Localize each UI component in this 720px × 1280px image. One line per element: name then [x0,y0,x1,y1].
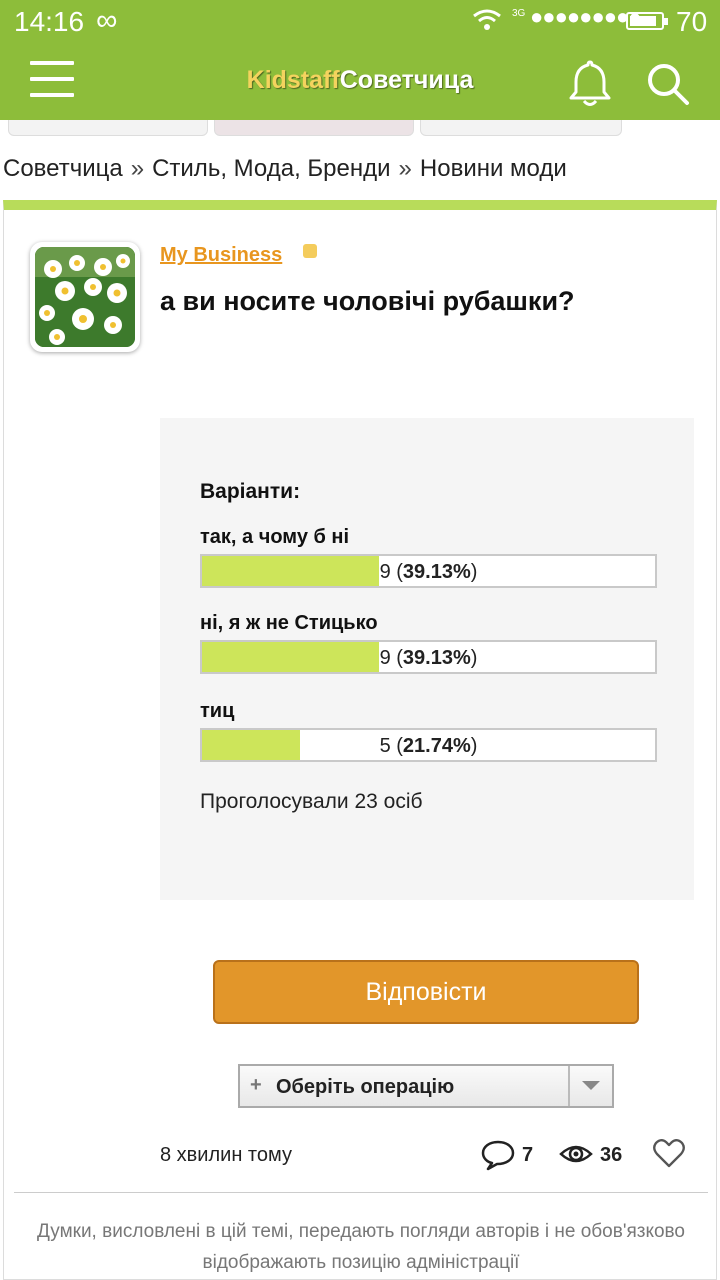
breadcrumb-item-advisor[interactable]: Советчица [3,155,123,182]
infinity-icon: ∞ [96,4,118,37]
heart-icon[interactable] [652,1136,686,1170]
wifi-icon [473,9,501,30]
poll-option-bar: 9 (39.13%) [200,554,657,588]
battery-icon [626,12,668,30]
poll-percent: 39.13% [402,647,471,669]
views-count: 36 [600,1144,623,1166]
poll-option-label: тиц [200,700,235,722]
breadcrumb-separator: » [130,155,145,182]
brand-part2: Советчица [339,66,474,94]
battery-level: 70 [676,6,708,37]
post-card: My Business а ви носите чоловічі рубашки… [3,200,717,1280]
poll-percent: 21.74% [402,735,471,757]
poll-option-label: так, а чому б ні [200,526,350,548]
carousel-card[interactable] [8,120,208,136]
avatar[interactable] [30,242,140,352]
breadcrumb: Советчица » Стиль, Мода, Бренди » Новини мод… [3,155,567,183]
post-title: а ви носите чоловічі рубашки? [160,286,575,316]
comment-icon [481,1140,515,1171]
breadcrumb-separator: » [398,155,412,182]
poll-option-bar: 9 (39.13%) [200,640,657,674]
operation-select-label: Оберіть операцію [276,1076,455,1098]
divider [14,1192,708,1193]
breadcrumb-item-news[interactable]: Новини моди [420,155,567,182]
poll-percent: 39.13% [402,561,471,583]
poll-option-label: ні, я ж не Стицько [200,612,378,634]
poll-option-bar: 5 (21.74%) [200,728,657,762]
poll-option-result: 5 (21.74%) [379,735,478,757]
breadcrumb-item-style[interactable]: Стиль, Мода, Бренди [152,155,390,182]
comments-counter[interactable]: 7 [480,1136,533,1177]
signal-icon: ●●●●●●●●● [530,4,642,29]
chevron-down-icon[interactable] [568,1066,612,1106]
poll-option-result: 9 (39.13%) [379,561,478,583]
eye-icon [559,1145,593,1163]
author-link[interactable]: My Business [160,244,282,267]
reply-button[interactable]: Відповісти [213,960,639,1024]
poll-votes: 5 [379,735,391,757]
poll-total-voters: Проголосували 23 осіб [200,790,423,813]
post-time: 8 хвилин тому [160,1144,292,1166]
online-status-badge [303,244,317,258]
brand-part1: Kidstaff [246,66,340,94]
network-type: 3G [512,8,526,19]
poll-votes: 9 [379,647,391,669]
app-header: KidstaffСоветчица [0,44,720,120]
bell-icon[interactable] [566,58,614,108]
daisies-image [35,247,135,347]
poll-heading: Варіанти: [200,480,301,503]
carousel-strip[interactable] [0,120,720,140]
status-time: 14:16 [14,6,85,37]
poll-option-result: 9 (39.13%) [379,647,478,669]
plus-icon: + [250,1074,262,1096]
status-bar: 14:16 ∞ 3G ●●●●●●●●● 70 [0,0,720,44]
search-icon[interactable] [646,62,690,106]
operation-select[interactable]: + Оберіть операцію [238,1064,614,1108]
disclaimer: Думки, висловлені в цій темі, передають … [37,1221,685,1273]
poll-votes: 9 [379,561,391,583]
poll: Варіанти: так, а чому б ні 9 (39.13%) ні… [160,418,694,900]
views-counter: 36 [558,1136,622,1177]
carousel-card[interactable] [420,120,622,136]
comments-count: 7 [522,1144,534,1166]
carousel-card[interactable] [214,120,414,136]
